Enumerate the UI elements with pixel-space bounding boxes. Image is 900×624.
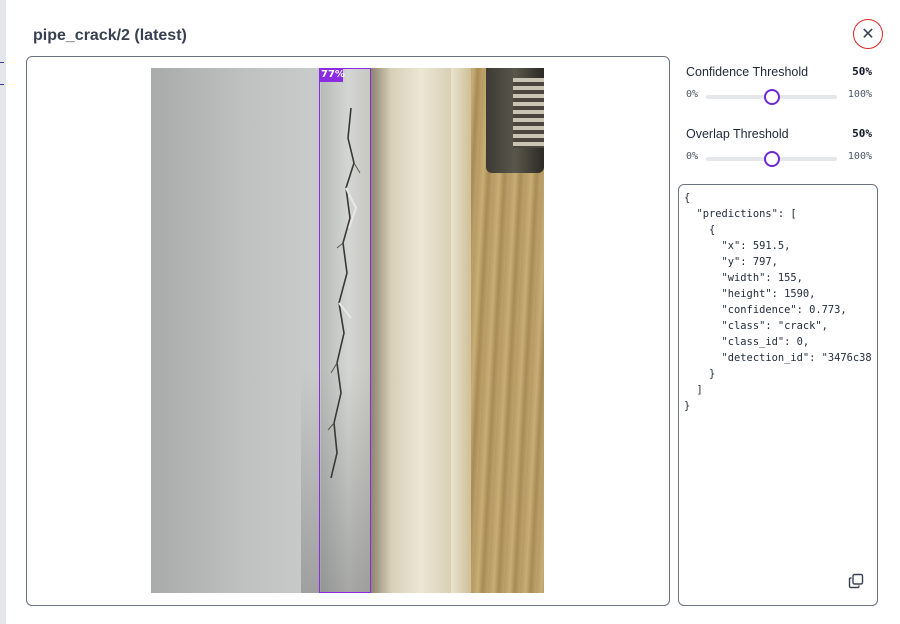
slider-min-label: 0% [686, 89, 699, 100]
overlap-threshold-value: 50% [852, 127, 872, 140]
copy-icon [848, 573, 864, 589]
detection-confidence-label: 77% [319, 68, 345, 82]
close-icon: ✕ [861, 26, 875, 43]
modal-title: pipe_crack/2 (latest) [33, 27, 187, 44]
overlap-slider-thumb[interactable] [763, 151, 780, 167]
json-output-panel[interactable]: { "predictions": [ { "x": 591.5, "y": 79… [678, 184, 878, 606]
background-link-fragment [0, 84, 4, 85]
overlap-threshold-label: Overlap Threshold [686, 127, 789, 141]
copy-button[interactable] [848, 573, 864, 589]
slider-track[interactable] [706, 89, 837, 105]
confidence-threshold-value: 50% [852, 65, 872, 78]
json-output-text: { "predictions": [ { "x": 591.5, "y": 79… [684, 192, 872, 412]
confidence-threshold-slider[interactable]: 0% 100% [686, 88, 872, 105]
detection-bounding-box[interactable] [319, 68, 371, 593]
confidence-slider-thumb[interactable] [763, 89, 780, 105]
slider-min-label: 0% [686, 151, 699, 162]
threshold-controls: Confidence Threshold 50% 0% 100% Overlap… [678, 56, 878, 180]
inference-image: 77% [151, 68, 544, 593]
close-button[interactable]: ✕ [853, 19, 883, 49]
image-preview-panel: 77% [26, 56, 670, 606]
confidence-threshold-label: Confidence Threshold [686, 65, 809, 79]
overlap-threshold-slider[interactable]: 0% 100% [686, 150, 872, 167]
slider-max-label: 100% [847, 151, 872, 162]
slider-max-label: 100% [847, 89, 872, 100]
overlap-threshold-row: Overlap Threshold 50% [686, 127, 872, 141]
confidence-threshold-row: Confidence Threshold 50% [686, 65, 872, 79]
background-link-fragment [0, 62, 4, 63]
slider-track[interactable] [706, 151, 837, 167]
inference-modal: pipe_crack/2 (latest) ✕ 77% Confidence T… [6, 0, 900, 624]
